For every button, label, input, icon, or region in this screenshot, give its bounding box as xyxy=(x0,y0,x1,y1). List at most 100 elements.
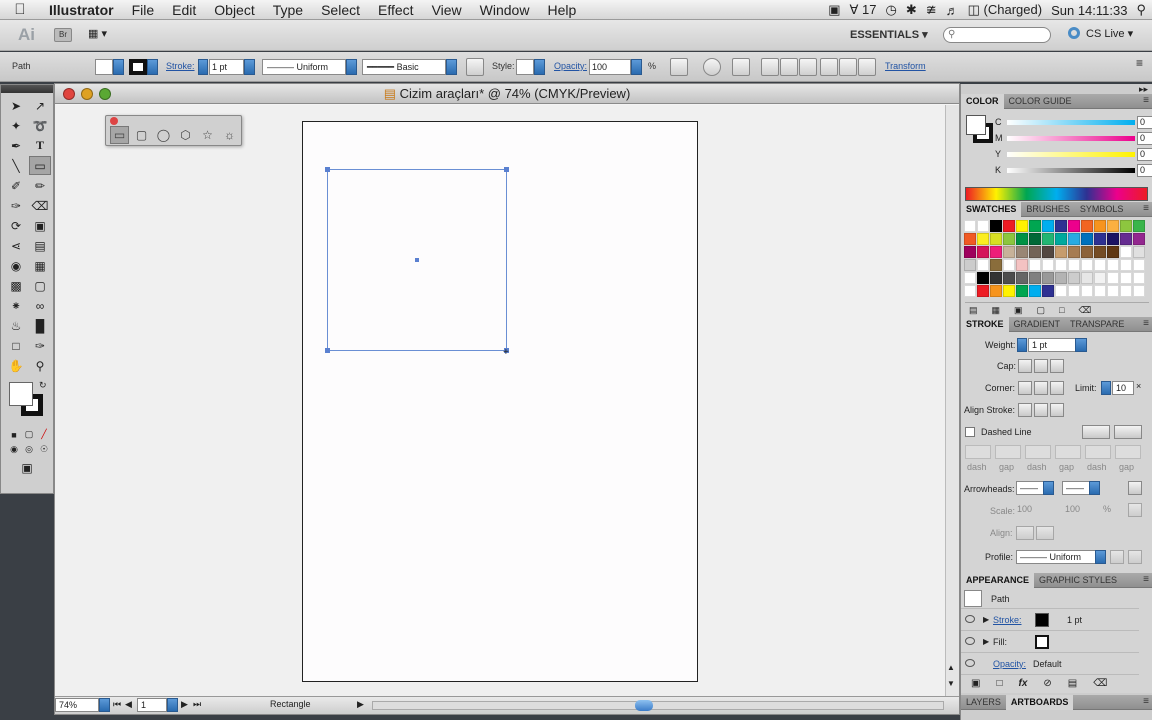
color-swatch[interactable] xyxy=(1003,246,1015,258)
style-dropdown[interactable] xyxy=(534,59,545,75)
appearance-object-row[interactable]: Path xyxy=(961,588,1139,609)
appearance-fill-row[interactable]: ▶ Fill: xyxy=(961,632,1139,653)
color-swatch[interactable] xyxy=(1003,220,1015,232)
swap-fill-stroke-icon[interactable]: ↻ xyxy=(39,380,47,391)
color-swatch[interactable] xyxy=(964,220,976,232)
gap-field[interactable] xyxy=(995,445,1021,459)
color-swatch[interactable] xyxy=(964,272,976,284)
stroke-weight-value[interactable]: 1 pt xyxy=(1067,615,1082,625)
select-similar-button[interactable] xyxy=(670,58,688,76)
lasso-tool-icon[interactable]: ➰ xyxy=(29,116,51,135)
symbol-sprayer-tool-icon[interactable]: ♨ xyxy=(5,316,27,335)
adobe-updates[interactable]: ∀ 17 xyxy=(850,2,877,18)
rotate-tool-icon[interactable]: ⟳ xyxy=(5,216,27,235)
align-stroke-outside-icon[interactable] xyxy=(1050,403,1064,417)
profile-dropdown[interactable] xyxy=(346,59,357,75)
end-scale-value[interactable]: 100 xyxy=(1065,504,1080,514)
stroke-weight-dropdown[interactable] xyxy=(244,59,255,75)
color-swatch[interactable] xyxy=(977,246,989,258)
color-swatch[interactable] xyxy=(1029,285,1041,297)
style-swatch[interactable] xyxy=(516,59,534,75)
slice-tool-icon[interactable]: ✑ xyxy=(29,336,51,355)
menu-file[interactable]: File xyxy=(123,2,164,18)
color-swatch[interactable] xyxy=(1055,220,1067,232)
color-fill-box[interactable] xyxy=(966,115,986,135)
flare-tool-icon[interactable]: ☼ xyxy=(220,126,239,144)
next-artboard-icon[interactable]: ▶ xyxy=(181,699,188,710)
panel-menu-icon[interactable]: ≡ xyxy=(1143,318,1149,329)
limit-stepper[interactable] xyxy=(1101,381,1111,395)
swatch-options-icon[interactable]: ▣ xyxy=(1014,305,1023,316)
add-new-fill-icon[interactable]: □ xyxy=(996,678,1002,689)
color-swatch[interactable] xyxy=(990,246,1002,258)
tab-graphic-styles[interactable]: GRAPHIC STYLES xyxy=(1034,573,1122,588)
color-swatch[interactable] xyxy=(1068,285,1080,297)
menu-window[interactable]: Window xyxy=(471,2,539,18)
color-swatch[interactable] xyxy=(1003,259,1015,271)
color-swatch[interactable] xyxy=(1094,246,1106,258)
color-swatch[interactable] xyxy=(1107,220,1119,232)
recolor-artwork-icon[interactable] xyxy=(703,58,721,76)
anchor-point[interactable] xyxy=(325,167,330,172)
color-swatch[interactable] xyxy=(1081,233,1093,245)
color-swatch[interactable] xyxy=(1003,272,1015,284)
fill-color-box[interactable] xyxy=(9,382,33,406)
fill-swatch[interactable] xyxy=(95,59,113,75)
anchor-point[interactable] xyxy=(325,348,330,353)
hand-tool-icon[interactable]: ✋ xyxy=(5,356,27,375)
draw-normal-icon[interactable]: ◉ xyxy=(7,443,21,456)
opacity-field[interactable]: 100 xyxy=(589,59,631,75)
volume-icon[interactable]: ♬ xyxy=(946,3,959,18)
align-stroke-inside-icon[interactable] xyxy=(1034,403,1048,417)
artboard[interactable]: + xyxy=(302,121,698,682)
color-swatch[interactable] xyxy=(990,233,1002,245)
color-swatch[interactable] xyxy=(1094,259,1106,271)
gradient-tool-icon[interactable]: ▢ xyxy=(29,276,51,295)
spotlight-icon[interactable]: ⚲ xyxy=(1136,2,1146,18)
panel-menu-icon[interactable]: ≡ xyxy=(1143,696,1149,707)
tab-artboards[interactable]: ARTBOARDS xyxy=(1005,694,1074,710)
scroll-down-icon[interactable]: ▼ xyxy=(947,679,955,688)
workspace-switcher[interactable]: ESSENTIALS ▾ xyxy=(850,28,928,41)
transform-link[interactable]: Transform xyxy=(885,61,926,71)
color-swatch[interactable] xyxy=(1016,259,1028,271)
round-join-icon[interactable] xyxy=(1034,381,1048,395)
color-swatch[interactable] xyxy=(977,233,989,245)
menu-effect[interactable]: Effect xyxy=(369,2,423,18)
color-swatch[interactable] xyxy=(1042,220,1054,232)
brush-definition[interactable]: ━━━━━ Basic xyxy=(362,59,446,75)
tab-symbols[interactable]: SYMBOLS xyxy=(1075,202,1129,217)
stroke-color-swatch[interactable] xyxy=(1035,613,1049,627)
tab-gradient[interactable]: GRADIENT xyxy=(1009,317,1066,332)
appearance-stroke-link[interactable]: Stroke: xyxy=(993,615,1022,625)
color-swatch[interactable] xyxy=(1042,272,1054,284)
color-spectrum-bar[interactable] xyxy=(965,187,1148,201)
color-swatch[interactable] xyxy=(964,246,976,258)
yellow-slider[interactable]: Y 0 % xyxy=(995,148,1152,163)
canvas[interactable]: + xyxy=(55,105,945,696)
color-swatch[interactable] xyxy=(1120,220,1132,232)
delete-item-icon[interactable]: ⌫ xyxy=(1093,678,1107,689)
opacity-dropdown[interactable] xyxy=(631,59,642,75)
align-to-button[interactable] xyxy=(732,58,750,76)
slider-track[interactable] xyxy=(1007,168,1135,173)
zoom-tool-icon[interactable]: ⚲ xyxy=(29,356,51,375)
color-swatch[interactable] xyxy=(1042,259,1054,271)
channel-value[interactable]: 0 xyxy=(1137,164,1152,177)
slider-track[interactable] xyxy=(1007,136,1135,141)
tab-brushes[interactable]: BRUSHES xyxy=(1021,202,1075,217)
menu-help[interactable]: Help xyxy=(538,2,585,18)
menu-app[interactable]: Illustrator xyxy=(40,2,123,18)
paintbrush-tool-icon[interactable]: ✐ xyxy=(5,176,27,195)
rounded-rectangle-tool-icon[interactable]: ▢ xyxy=(132,126,151,144)
change-screen-mode-icon[interactable]: ▣ xyxy=(15,458,39,477)
zoom-field[interactable]: 74% xyxy=(55,698,99,712)
appearance-stroke-row[interactable]: ▶ Stroke: 1 pt xyxy=(961,610,1139,631)
color-swatch[interactable] xyxy=(1081,259,1093,271)
end-arrowhead-dropdown[interactable] xyxy=(1089,481,1100,495)
draw-inside-icon[interactable]: ☉ xyxy=(37,443,51,456)
color-swatch[interactable] xyxy=(1042,233,1054,245)
color-swatch[interactable] xyxy=(1120,246,1132,258)
color-swatch[interactable] xyxy=(1133,272,1145,284)
tools-panel-grip[interactable] xyxy=(1,85,53,93)
